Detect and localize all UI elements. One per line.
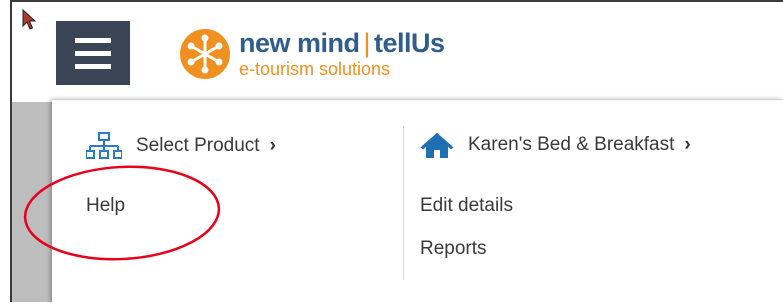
brand-logo[interactable]: new mind | tellUs e-tourism solutions [179, 28, 445, 80]
logo-text: new mind | tellUs e-tourism solutions [239, 30, 445, 79]
select-product-menu[interactable]: Select Product › [86, 131, 276, 161]
mouse-cursor-icon [22, 9, 36, 30]
home-icon [420, 133, 454, 158]
logo-brand-left: new mind [239, 28, 360, 58]
select-product-label: Select Product [136, 135, 260, 156]
help-menu-item[interactable]: Help [86, 195, 125, 217]
page-background-strip [12, 102, 52, 302]
logo-separator: | [363, 28, 371, 58]
asterisk-flower-icon [180, 29, 230, 79]
reports-menu-item[interactable]: Reports [420, 238, 487, 260]
property-menu[interactable]: Karen's Bed & Breakfast › [420, 131, 691, 159]
logo-brand-right: tellUs [374, 28, 445, 58]
edit-details-menu-item[interactable]: Edit details [420, 195, 513, 217]
logo-tagline: e-tourism solutions [239, 59, 391, 79]
dropdown-menu-panel: Select Product › Help Karen's Bed & Brea… [52, 99, 783, 303]
hamburger-line [75, 63, 111, 69]
network-sitemap-icon [86, 132, 122, 159]
chevron-right-icon: › [269, 135, 276, 156]
hamburger-line [75, 37, 111, 43]
hamburger-line [75, 50, 111, 56]
logo-title: new mind | tellUs [239, 30, 445, 57]
chevron-right-icon: › [684, 134, 691, 155]
column-divider [403, 126, 404, 280]
hamburger-menu-button[interactable] [56, 21, 130, 85]
property-name-label: Karen's Bed & Breakfast [468, 134, 675, 155]
app-header: new mind | tellUs e-tourism solutions [12, 2, 783, 102]
